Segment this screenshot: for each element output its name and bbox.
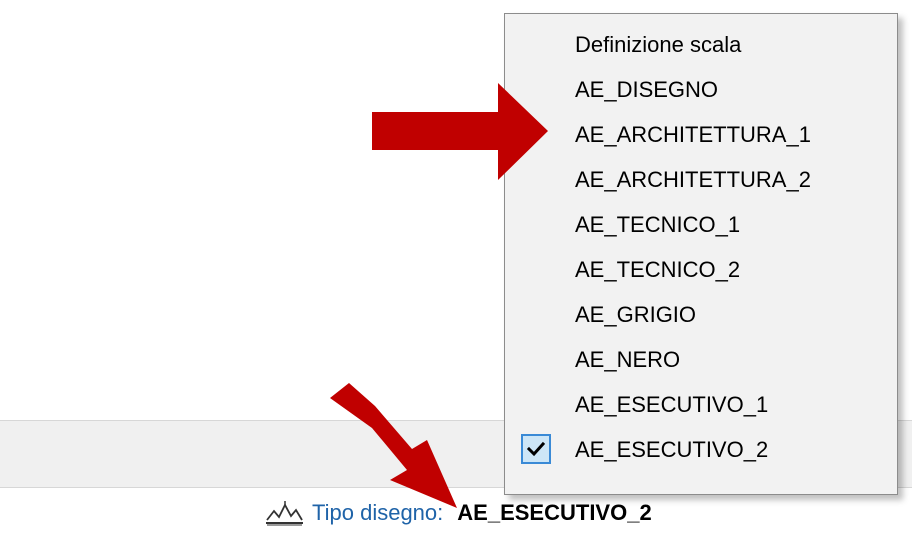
menu-item-definizione-scala[interactable]: Definizione scala: [505, 22, 897, 68]
menu-item-label: AE_ESECUTIVO_1: [575, 392, 769, 417]
status-label: Tipo disegno:: [312, 500, 444, 525]
drawing-type-menu: Definizione scala AE_DISEGNO AE_ARCHITET…: [504, 13, 898, 495]
menu-item-label: AE_DISEGNO: [575, 77, 719, 102]
menu-item-label: Definizione scala: [575, 32, 742, 57]
menu-item-ae-architettura-1[interactable]: AE_ARCHITETTURA_1: [505, 112, 897, 158]
menu-item-ae-nero[interactable]: AE_NERO: [505, 337, 897, 383]
menu-item-ae-tecnico-1[interactable]: AE_TECNICO_1: [505, 202, 897, 248]
menu-item-label: AE_ARCHITETTURA_2: [575, 167, 811, 192]
menu-item-label: AE_TECNICO_1: [575, 212, 741, 237]
menu-item-ae-esecutivo-1[interactable]: AE_ESECUTIVO_1: [505, 382, 897, 428]
status-value: AE_ESECUTIVO_2: [457, 500, 652, 525]
menu-item-ae-disegno[interactable]: AE_DISEGNO: [505, 67, 897, 113]
drawing-type-status[interactable]: Tipo disegno: AE_ESECUTIVO_2: [264, 496, 652, 530]
menu-item-label: AE_ARCHITETTURA_1: [575, 122, 811, 147]
drawing-type-icon: [264, 498, 306, 528]
menu-item-ae-architettura-2[interactable]: AE_ARCHITETTURA_2: [505, 157, 897, 203]
menu-item-label: AE_NERO: [575, 347, 681, 372]
menu-item-ae-esecutivo-2[interactable]: AE_ESECUTIVO_2: [505, 427, 897, 473]
menu-item-ae-tecnico-2[interactable]: AE_TECNICO_2: [505, 247, 897, 293]
menu-item-label: AE_ESECUTIVO_2: [575, 437, 769, 462]
menu-item-label: AE_GRIGIO: [575, 302, 697, 327]
checkmark-icon: [521, 434, 551, 464]
menu-item-ae-grigio[interactable]: AE_GRIGIO: [505, 292, 897, 338]
menu-item-label: AE_TECNICO_2: [575, 257, 741, 282]
